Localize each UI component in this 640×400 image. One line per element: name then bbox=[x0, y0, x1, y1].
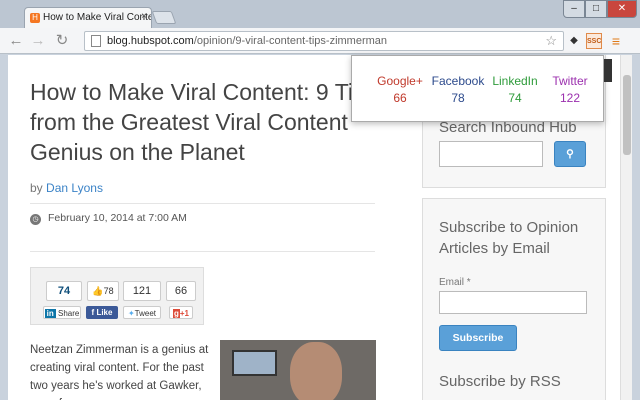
author-link[interactable]: Dan Lyons bbox=[46, 181, 103, 195]
reload-icon[interactable]: ↻ bbox=[52, 31, 72, 51]
popup-gplus: Google+ 66 bbox=[377, 74, 423, 105]
scrollbar-thumb[interactable] bbox=[623, 75, 631, 155]
byline-prefix: by bbox=[30, 181, 43, 195]
clock-icon: ◷ bbox=[30, 214, 41, 225]
facebook-like-count: 👍78 bbox=[87, 281, 119, 301]
publish-date: February 10, 2014 at 7:00 AM bbox=[48, 212, 187, 224]
page-scrollbar[interactable] bbox=[620, 55, 632, 400]
email-field[interactable] bbox=[439, 291, 587, 314]
divider bbox=[30, 251, 375, 252]
linkedin-icon: in bbox=[44, 309, 56, 318]
back-arrow-icon[interactable]: ← bbox=[6, 31, 26, 51]
popup-facebook: Facebook 78 bbox=[431, 74, 485, 105]
url-host: blog.hubspot.com bbox=[107, 35, 194, 47]
tweet-count: 121 bbox=[123, 281, 161, 301]
address-bar[interactable]: blog.hubspot.com/opinion/9-viral-content… bbox=[84, 31, 564, 51]
tab-active[interactable]: H How to Make Viral Conten × bbox=[24, 7, 152, 28]
close-window-button[interactable]: ✕ bbox=[607, 0, 637, 18]
tab-title: How to Make Viral Conten bbox=[43, 12, 152, 23]
tweet-button[interactable]: ✦Tweet bbox=[123, 306, 161, 319]
share-widget: 74 👍78 121 66 in Share f Like ✦Tweet g+1 bbox=[30, 267, 204, 325]
gplus-icon: g bbox=[172, 309, 180, 318]
thumbs-up-icon: 👍 bbox=[92, 286, 104, 296]
subscribe-widget: Subscribe to Opinion Articles by Email E… bbox=[422, 198, 606, 400]
hubspot-favicon-icon: H bbox=[30, 13, 40, 23]
browser-toolbar: ← → ↻ blog.hubspot.com/opinion/9-viral-c… bbox=[0, 28, 640, 54]
linkedin-share-button[interactable]: in Share bbox=[43, 306, 81, 319]
photo-monitor bbox=[232, 350, 277, 376]
rss-heading: Subscribe by RSS bbox=[439, 373, 561, 390]
new-tab-button[interactable] bbox=[151, 11, 177, 24]
linkedin-count: 74 bbox=[46, 281, 82, 301]
browser-frame-right bbox=[632, 55, 640, 400]
page-icon bbox=[91, 35, 101, 47]
byline: by Dan Lyons bbox=[30, 181, 103, 195]
search-icon: ⚲ bbox=[566, 148, 574, 160]
search-input[interactable] bbox=[439, 141, 543, 167]
browser-menu-icon[interactable]: ≡ bbox=[608, 33, 624, 49]
tab-close-icon[interactable]: × bbox=[141, 11, 147, 22]
tab-strip: H How to Make Viral Conten × – □ ✕ bbox=[0, 0, 640, 28]
url-path: /opinion/9-viral-content-tips-zimmerman bbox=[193, 35, 388, 47]
popup-edge bbox=[604, 59, 612, 82]
email-label: Email * bbox=[439, 277, 471, 288]
author-photo bbox=[220, 340, 376, 400]
minimize-button[interactable]: – bbox=[563, 0, 585, 18]
article-body: Neetzan Zimmerman is a genius at creatin… bbox=[30, 344, 209, 400]
extension-shield-icon[interactable]: ◆ bbox=[566, 33, 582, 49]
bookmark-star-icon[interactable]: ☆ bbox=[545, 32, 557, 50]
search-button[interactable]: ⚲ bbox=[554, 141, 586, 167]
social-count-extension-icon[interactable]: SSC bbox=[586, 33, 602, 49]
subscribe-button[interactable]: Subscribe bbox=[439, 325, 517, 351]
subscribe-heading: Subscribe to Opinion Articles by Email bbox=[439, 219, 579, 257]
photo-person bbox=[290, 342, 342, 400]
popup-twitter: Twitter 122 bbox=[552, 74, 588, 105]
forward-arrow-icon[interactable]: → bbox=[28, 31, 48, 51]
gplus-button[interactable]: g+1 bbox=[169, 306, 193, 319]
facebook-icon: f bbox=[91, 308, 95, 317]
social-counts-popup: Google+ 66 Facebook 78 LinkedIn 74 Twitter 1… bbox=[351, 55, 604, 122]
divider bbox=[30, 203, 375, 204]
maximize-button[interactable]: □ bbox=[585, 0, 607, 18]
facebook-like-button[interactable]: f Like bbox=[86, 306, 118, 319]
gplus-count: 66 bbox=[166, 281, 196, 301]
twitter-bird-icon: ✦ bbox=[127, 309, 135, 318]
popup-linkedin: LinkedIn 74 bbox=[492, 74, 538, 105]
